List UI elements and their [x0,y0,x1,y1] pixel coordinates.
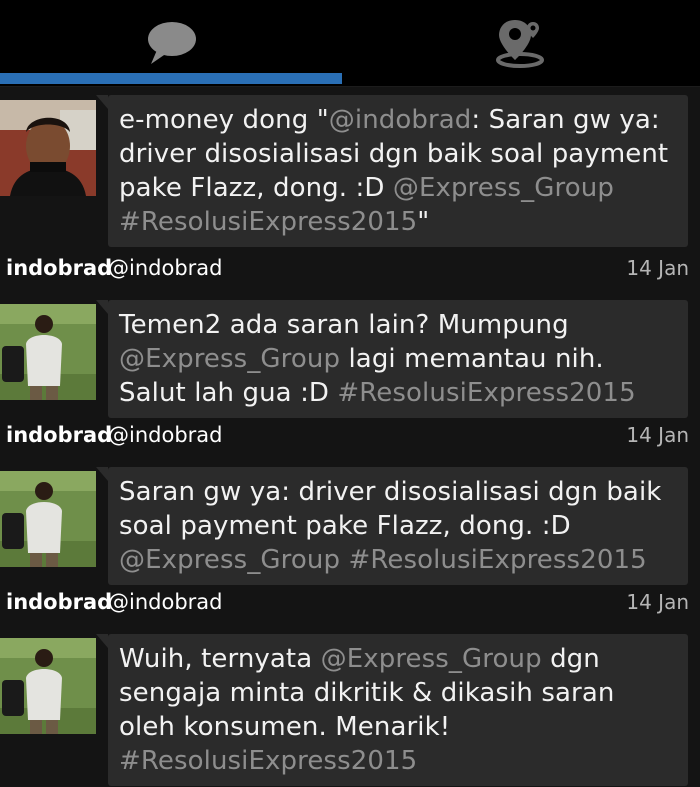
tweet-header: indobrad @indobrad 14 Jan [0,586,700,626]
tweet-timestamp: 14 Jan [626,590,689,614]
active-tab-indicator [0,73,342,84]
tweet-text-segment: " [417,207,430,237]
tweet-text-segment: e-money dong " [119,105,329,135]
avatar-photo-icon [0,304,96,400]
tweet-header: indobrad @indobrad 14 Jan [0,252,700,292]
hashtag-link[interactable]: #ResolusiExpress2015 [119,207,417,237]
mention-link[interactable]: @indobrad [329,105,472,135]
location-pin-icon [496,20,544,68]
tweet-timestamp: 14 Jan [626,256,689,280]
avatar-user-photo[interactable] [0,100,96,196]
tweet-text[interactable]: Saran gw ya: driver disosialisasi dgn ba… [96,467,688,585]
hashtag-link[interactable]: #ResolusiExpress2015 [119,746,417,776]
author-name[interactable]: indobrad [6,590,112,614]
tweet-text[interactable]: Wuih, ternyata @Express_Group dgn sengaj… [96,634,688,786]
tweet-timestamp: 14 Jan [626,423,689,447]
author-handle[interactable]: @indobrad [108,590,223,614]
author-handle[interactable]: @indobrad [108,423,223,447]
avatar-photo-icon [0,471,96,567]
avatar-indobrad[interactable] [0,304,96,400]
hashtag-link[interactable]: #ResolusiExpress2015 [348,545,646,575]
hashtag-link[interactable]: #ResolusiExpress2015 [337,378,635,408]
tweet-header: indobrad @indobrad 14 Jan [0,419,700,459]
avatar-photo-icon [0,100,96,196]
tweet-text[interactable]: Temen2 ada saran lain? Mumpung @Express_… [96,300,688,418]
author-name[interactable]: indobrad [6,423,112,447]
mention-link[interactable]: @Express_Group [393,173,614,203]
avatar-indobrad[interactable] [0,471,96,567]
tab-bar [0,0,700,87]
tweet-text[interactable]: e-money dong "@indobrad: Saran gw ya: dr… [96,95,688,247]
mention-link[interactable]: @Express_Group [119,344,340,374]
chat-bubble-icon [148,22,196,64]
tab-nearby[interactable] [342,0,700,86]
avatar-indobrad[interactable] [0,638,96,734]
tweet-text-segment: Temen2 ada saran lain? Mumpung [119,310,569,340]
tweet-text-segment: Wuih, ternyata [119,644,321,674]
author-name[interactable]: indobrad [6,256,112,280]
avatar-photo-icon [0,638,96,734]
mention-link[interactable]: @Express_Group [321,644,542,674]
tweet-text-segment: Saran gw ya: driver disosialisasi dgn ba… [119,477,662,541]
mention-link[interactable]: @Express_Group [119,545,340,575]
author-handle[interactable]: @indobrad [108,256,223,280]
